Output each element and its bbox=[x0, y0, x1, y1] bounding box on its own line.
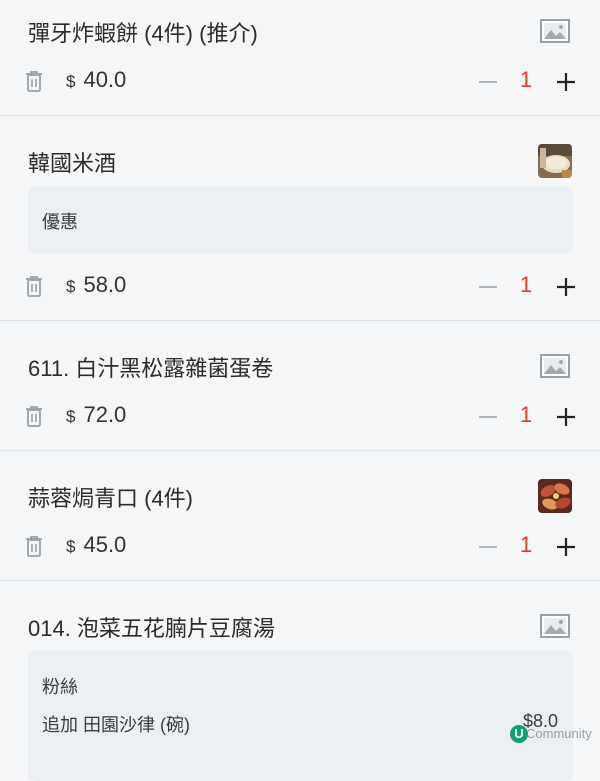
increase-quantity-button[interactable] bbox=[555, 406, 577, 428]
trash-icon[interactable] bbox=[23, 274, 45, 298]
cart-item: 611. 白汁黑松露雜菌蛋卷 $72.0 1 bbox=[0, 321, 600, 451]
item-addon: 追加 田園沙律 (碗) bbox=[42, 715, 190, 735]
quantity-value: 1 bbox=[519, 402, 533, 427]
quantity-value: 1 bbox=[519, 272, 533, 297]
item-price: $58.0 bbox=[66, 272, 127, 297]
item-controls-row: $58.0 1 bbox=[0, 266, 600, 306]
decrease-quantity-button[interactable] bbox=[477, 71, 499, 93]
increase-quantity-button[interactable] bbox=[555, 276, 577, 298]
increase-quantity-button[interactable] bbox=[555, 536, 577, 558]
cart-item: 韓國米酒 優惠 $58.0 1 bbox=[0, 116, 600, 321]
item-title: 韓國米酒 bbox=[28, 151, 117, 176]
image-placeholder-icon bbox=[538, 609, 572, 643]
item-controls-row: $45.0 1 bbox=[0, 526, 600, 566]
item-title: 014. 泡菜五花腩片豆腐湯 bbox=[28, 616, 275, 641]
decrease-quantity-button[interactable] bbox=[477, 406, 499, 428]
image-placeholder-icon bbox=[538, 349, 572, 383]
item-note-box: 粉絲 追加 田園沙律 (碗) $8.0 bbox=[28, 651, 573, 781]
item-note: 粉絲 bbox=[42, 677, 78, 697]
cart-item: 蒜蓉焗青口 (4件) $45.0 1 bbox=[0, 451, 600, 581]
item-title: 彈牙炸蝦餅 (4件) (推介) bbox=[28, 21, 258, 46]
item-price: $72.0 bbox=[66, 402, 127, 427]
trash-icon[interactable] bbox=[23, 404, 45, 428]
watermark-text: Community bbox=[526, 726, 592, 741]
item-title: 611. 白汁黑松露雜菌蛋卷 bbox=[28, 356, 274, 381]
trash-icon[interactable] bbox=[23, 534, 45, 558]
quantity-value: 1 bbox=[519, 532, 533, 557]
decrease-quantity-button[interactable] bbox=[477, 536, 499, 558]
item-price: $45.0 bbox=[66, 532, 127, 557]
decrease-quantity-button[interactable] bbox=[477, 276, 499, 298]
item-title: 蒜蓉焗青口 (4件) bbox=[28, 486, 194, 511]
item-controls-row: $40.0 1 bbox=[0, 61, 600, 101]
cart-item: 014. 泡菜五花腩片豆腐湯 粉絲 追加 田園沙律 (碗) $8.0 bbox=[0, 581, 600, 781]
increase-quantity-button[interactable] bbox=[555, 71, 577, 93]
image-placeholder-icon bbox=[538, 14, 572, 48]
item-note: 優惠 bbox=[42, 212, 78, 232]
cart-item: 彈牙炸蝦餅 (4件) (推介) $40.0 1 bbox=[0, 0, 600, 116]
trash-icon[interactable] bbox=[23, 69, 45, 93]
item-price: $40.0 bbox=[66, 67, 127, 92]
mussels-photo bbox=[538, 479, 572, 513]
quantity-value: 1 bbox=[519, 67, 533, 92]
item-controls-row: $72.0 1 bbox=[0, 396, 600, 436]
item-note-box: 優惠 bbox=[28, 186, 573, 253]
rice-wine-photo bbox=[538, 144, 572, 178]
